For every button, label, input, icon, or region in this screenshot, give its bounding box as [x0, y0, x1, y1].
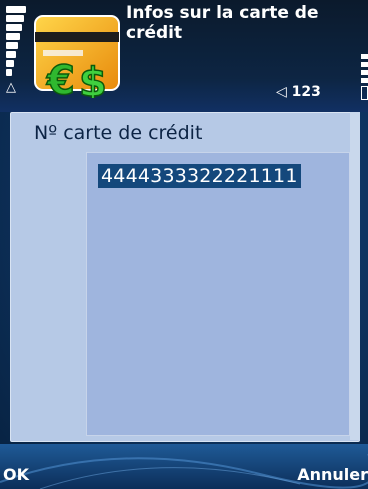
- status-bar: △ € $ Infos sur la carte de crédit ◁ 123: [0, 0, 368, 112]
- phone-screen: △ € $ Infos sur la carte de crédit ◁ 123: [0, 0, 368, 489]
- svg-text:€: €: [46, 58, 75, 98]
- cancel-softkey[interactable]: Annuler: [297, 465, 368, 484]
- message-indicator: ◁ 123: [276, 84, 321, 100]
- card-number-value[interactable]: 4444333322221111: [98, 164, 301, 188]
- card-number-field[interactable]: [86, 152, 350, 436]
- panel-edge: [350, 112, 360, 440]
- window-title: Infos sur la carte de crédit: [126, 3, 319, 43]
- svg-text:$: $: [79, 60, 107, 98]
- credit-card-icon: € $: [34, 15, 120, 98]
- signal-strength-icon: △: [6, 4, 28, 108]
- battery-icon: [360, 54, 368, 108]
- card-number-label: Nº carte de crédit: [34, 122, 203, 144]
- ok-softkey[interactable]: OK: [3, 465, 29, 484]
